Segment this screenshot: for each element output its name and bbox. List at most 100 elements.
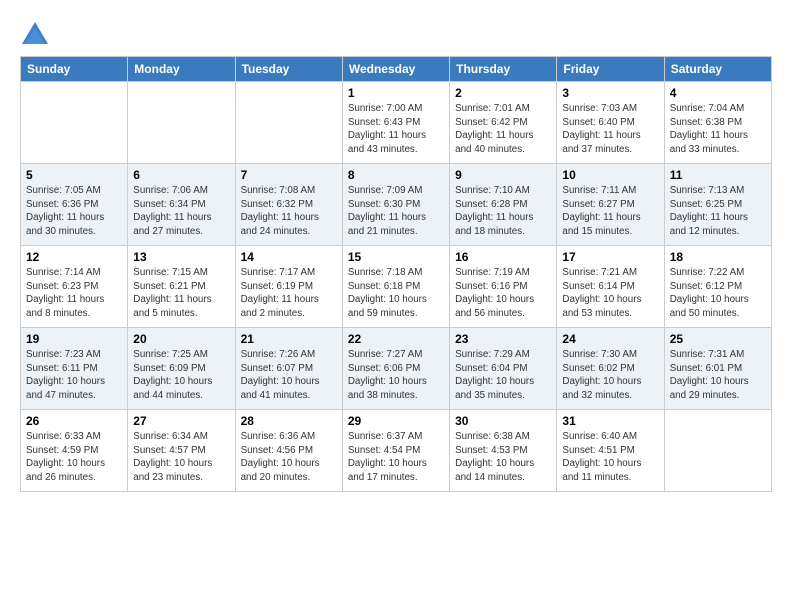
calendar-cell: 1 Sunrise: 7:00 AM Sunset: 6:43 PM Daylig…: [342, 82, 449, 164]
day-info: Sunrise: 6:37 AM Sunset: 4:54 PM Dayligh…: [348, 430, 444, 485]
day-info: Sunrise: 6:36 AM Sunset: 4:56 PM Dayligh…: [241, 430, 337, 485]
day-header-thursday: Thursday: [450, 57, 557, 82]
header: [20, 16, 772, 50]
day-info: Sunrise: 7:19 AM Sunset: 6:16 PM Dayligh…: [455, 266, 551, 321]
day-info: Sunrise: 7:25 AM Sunset: 6:09 PM Dayligh…: [133, 348, 229, 403]
calendar-cell: 24Sunrise: 7:30 AM Sunset: 6:02 PM Dayli…: [557, 328, 664, 410]
calendar-cell: [128, 82, 235, 164]
day-info: Sunrise: 7:17 AM Sunset: 6:19 PM Dayligh…: [241, 266, 337, 321]
calendar-cell: 6Sunrise: 7:06 AM Sunset: 6:34 PM Daylig…: [128, 164, 235, 246]
calendar-week-row: 26 Sunrise: 6:33 AM Sunset: 4:59 PM Dayli…: [21, 410, 772, 492]
logo-icon: [20, 20, 50, 50]
calendar-cell: [235, 82, 342, 164]
calendar-cell: 27 Sunrise: 6:34 AM Sunset: 4:57 PM Dayli…: [128, 410, 235, 492]
day-info: Sunrise: 7:13 AM Sunset: 6:25 PM Dayligh…: [670, 184, 766, 239]
calendar-cell: 16 Sunrise: 7:19 AM Sunset: 6:16 PM Dayli…: [450, 246, 557, 328]
calendar-cell: 17Sunrise: 7:21 AM Sunset: 6:14 PM Dayli…: [557, 246, 664, 328]
day-info: Sunrise: 7:27 AM Sunset: 6:06 PM Dayligh…: [348, 348, 444, 403]
day-info: Sunrise: 7:11 AM Sunset: 6:27 PM Dayligh…: [562, 184, 658, 239]
calendar-cell: [21, 82, 128, 164]
calendar-week-row: 12Sunrise: 7:14 AM Sunset: 6:23 PM Dayli…: [21, 246, 772, 328]
day-info: Sunrise: 6:33 AM Sunset: 4:59 PM Dayligh…: [26, 430, 122, 485]
calendar-header-row: SundayMondayTuesdayWednesdayThursdayFrid…: [21, 57, 772, 82]
day-number: 14: [241, 250, 337, 264]
day-number: 29: [348, 414, 444, 428]
calendar-week-row: 5Sunrise: 7:05 AM Sunset: 6:36 PM Daylig…: [21, 164, 772, 246]
day-info: Sunrise: 6:34 AM Sunset: 4:57 PM Dayligh…: [133, 430, 229, 485]
day-header-friday: Friday: [557, 57, 664, 82]
day-info: Sunrise: 7:21 AM Sunset: 6:14 PM Dayligh…: [562, 266, 658, 321]
day-header-monday: Monday: [128, 57, 235, 82]
day-number: 16: [455, 250, 551, 264]
day-number: 7: [241, 168, 337, 182]
calendar-cell: 30Sunrise: 6:38 AM Sunset: 4:53 PM Dayli…: [450, 410, 557, 492]
day-number: 22: [348, 332, 444, 346]
calendar-week-row: 19 Sunrise: 7:23 AM Sunset: 6:11 PM Dayli…: [21, 328, 772, 410]
day-info: Sunrise: 6:40 AM Sunset: 4:51 PM Dayligh…: [562, 430, 658, 485]
calendar-cell: 23 Sunrise: 7:29 AM Sunset: 6:04 PM Dayli…: [450, 328, 557, 410]
calendar-cell: 4 Sunrise: 7:04 AM Sunset: 6:38 PM Daylig…: [664, 82, 771, 164]
day-header-tuesday: Tuesday: [235, 57, 342, 82]
calendar-cell: 15Sunrise: 7:18 AM Sunset: 6:18 PM Dayli…: [342, 246, 449, 328]
day-number: 1: [348, 86, 444, 100]
day-number: 2: [455, 86, 551, 100]
day-info: Sunrise: 7:31 AM Sunset: 6:01 PM Dayligh…: [670, 348, 766, 403]
day-info: Sunrise: 7:05 AM Sunset: 6:36 PM Dayligh…: [26, 184, 122, 239]
day-info: Sunrise: 7:01 AM Sunset: 6:42 PM Dayligh…: [455, 102, 551, 157]
day-number: 31: [562, 414, 658, 428]
day-number: 30: [455, 414, 551, 428]
calendar-cell: 22 Sunrise: 7:27 AM Sunset: 6:06 PM Dayli…: [342, 328, 449, 410]
calendar-cell: 19 Sunrise: 7:23 AM Sunset: 6:11 PM Dayli…: [21, 328, 128, 410]
calendar-cell: 21Sunrise: 7:26 AM Sunset: 6:07 PM Dayli…: [235, 328, 342, 410]
day-info: Sunrise: 7:23 AM Sunset: 6:11 PM Dayligh…: [26, 348, 122, 403]
logo: [20, 20, 54, 50]
calendar-cell: 13 Sunrise: 7:15 AM Sunset: 6:21 PM Dayli…: [128, 246, 235, 328]
calendar-cell: 2 Sunrise: 7:01 AM Sunset: 6:42 PM Daylig…: [450, 82, 557, 164]
calendar-cell: 11Sunrise: 7:13 AM Sunset: 6:25 PM Dayli…: [664, 164, 771, 246]
day-number: 20: [133, 332, 229, 346]
day-info: Sunrise: 7:10 AM Sunset: 6:28 PM Dayligh…: [455, 184, 551, 239]
day-info: Sunrise: 7:22 AM Sunset: 6:12 PM Dayligh…: [670, 266, 766, 321]
calendar-cell: 9 Sunrise: 7:10 AM Sunset: 6:28 PM Daylig…: [450, 164, 557, 246]
day-number: 19: [26, 332, 122, 346]
day-number: 28: [241, 414, 337, 428]
day-info: Sunrise: 7:15 AM Sunset: 6:21 PM Dayligh…: [133, 266, 229, 321]
day-number: 4: [670, 86, 766, 100]
day-info: Sunrise: 7:08 AM Sunset: 6:32 PM Dayligh…: [241, 184, 337, 239]
day-info: Sunrise: 7:29 AM Sunset: 6:04 PM Dayligh…: [455, 348, 551, 403]
calendar-cell: 10 Sunrise: 7:11 AM Sunset: 6:27 PM Dayli…: [557, 164, 664, 246]
day-number: 27: [133, 414, 229, 428]
calendar-cell: 28 Sunrise: 6:36 AM Sunset: 4:56 PM Dayli…: [235, 410, 342, 492]
calendar-cell: 26 Sunrise: 6:33 AM Sunset: 4:59 PM Dayli…: [21, 410, 128, 492]
page: SundayMondayTuesdayWednesdayThursdayFrid…: [0, 0, 792, 502]
calendar-cell: 8 Sunrise: 7:09 AM Sunset: 6:30 PM Daylig…: [342, 164, 449, 246]
day-header-saturday: Saturday: [664, 57, 771, 82]
day-number: 9: [455, 168, 551, 182]
day-number: 25: [670, 332, 766, 346]
calendar: SundayMondayTuesdayWednesdayThursdayFrid…: [20, 56, 772, 492]
day-number: 26: [26, 414, 122, 428]
day-info: Sunrise: 7:26 AM Sunset: 6:07 PM Dayligh…: [241, 348, 337, 403]
day-header-wednesday: Wednesday: [342, 57, 449, 82]
calendar-cell: 25 Sunrise: 7:31 AM Sunset: 6:01 PM Dayli…: [664, 328, 771, 410]
day-number: 12: [26, 250, 122, 264]
day-number: 13: [133, 250, 229, 264]
day-number: 23: [455, 332, 551, 346]
calendar-cell: 29 Sunrise: 6:37 AM Sunset: 4:54 PM Dayli…: [342, 410, 449, 492]
calendar-cell: 3 Sunrise: 7:03 AM Sunset: 6:40 PM Daylig…: [557, 82, 664, 164]
day-info: Sunrise: 7:30 AM Sunset: 6:02 PM Dayligh…: [562, 348, 658, 403]
calendar-week-row: 1 Sunrise: 7:00 AM Sunset: 6:43 PM Daylig…: [21, 82, 772, 164]
day-header-sunday: Sunday: [21, 57, 128, 82]
calendar-cell: 20 Sunrise: 7:25 AM Sunset: 6:09 PM Dayli…: [128, 328, 235, 410]
day-info: Sunrise: 7:04 AM Sunset: 6:38 PM Dayligh…: [670, 102, 766, 157]
day-number: 18: [670, 250, 766, 264]
day-info: Sunrise: 7:03 AM Sunset: 6:40 PM Dayligh…: [562, 102, 658, 157]
day-info: Sunrise: 7:09 AM Sunset: 6:30 PM Dayligh…: [348, 184, 444, 239]
calendar-cell: 7 Sunrise: 7:08 AM Sunset: 6:32 PM Daylig…: [235, 164, 342, 246]
day-number: 10: [562, 168, 658, 182]
day-number: 8: [348, 168, 444, 182]
day-info: Sunrise: 7:00 AM Sunset: 6:43 PM Dayligh…: [348, 102, 444, 157]
day-number: 3: [562, 86, 658, 100]
calendar-cell: [664, 410, 771, 492]
day-info: Sunrise: 7:06 AM Sunset: 6:34 PM Dayligh…: [133, 184, 229, 239]
